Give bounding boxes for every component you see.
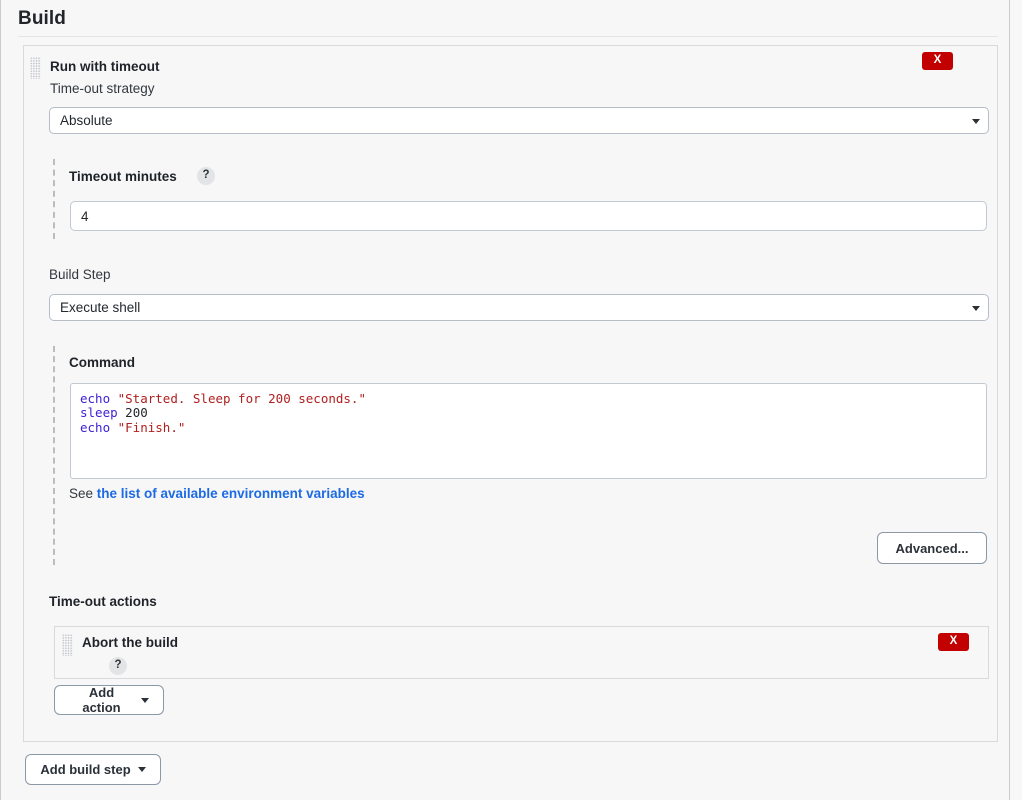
timeout-action-title: Abort the build	[82, 635, 178, 650]
caret-down-icon	[137, 767, 146, 772]
add-build-step-button-label: Add build step	[40, 762, 131, 777]
command-label: Command	[69, 355, 136, 370]
build-configuration-page: Build Run with timeout X Time-out strate…	[0, 0, 1022, 800]
timeout-strategy-select-value[interactable]: Absolute	[49, 107, 989, 134]
timeout-minutes-input[interactable]	[70, 201, 987, 231]
delete-timeout-action-button[interactable]: X	[938, 633, 969, 651]
build-step-title: Run with timeout	[50, 59, 160, 74]
timeout-minutes-help-icon[interactable]: ?	[197, 167, 215, 185]
build-step-type-select-value[interactable]: Execute shell	[49, 294, 989, 321]
advanced-button-label: Advanced...	[895, 540, 969, 556]
caret-down-icon	[141, 697, 149, 703]
timeout-action-help-icon[interactable]: ?	[109, 657, 127, 675]
command-textarea[interactable]: echo "Started. Sleep for 200 seconds." s…	[70, 383, 987, 479]
page-frame-left-edge	[0, 0, 1, 800]
build-step-type-select[interactable]: Execute shell	[49, 294, 989, 321]
page-frame-right-edge	[1009, 0, 1010, 800]
env-vars-link[interactable]: the list of available environment variab…	[97, 486, 365, 501]
add-build-step-button[interactable]: Add build step	[25, 754, 161, 785]
code-token-string-1: "Started. Sleep for 200 seconds."	[110, 391, 366, 406]
command-code-content[interactable]: echo "Started. Sleep for 200 seconds." s…	[71, 384, 986, 443]
env-vars-hint: See the list of available environment va…	[69, 486, 365, 501]
build-step-type-label: Build Step	[49, 267, 111, 282]
drag-handle-icon[interactable]	[30, 57, 41, 79]
code-token-echo-1: echo	[80, 391, 111, 406]
code-token-sleep: sleep	[80, 405, 118, 421]
add-action-button[interactable]: Add action	[54, 685, 164, 715]
add-action-button-label: Add action	[82, 685, 121, 715]
code-token-number: 200	[117, 405, 148, 421]
timeout-actions-label: Time-out actions	[49, 594, 157, 609]
delete-build-step-button[interactable]: X	[922, 52, 953, 70]
env-vars-hint-prefix: See	[69, 486, 94, 501]
code-token-string-2: "Finish."	[110, 419, 186, 435]
build-step-panel: Run with timeout X Time-out strategy Abs…	[23, 45, 998, 742]
nested-section-rail-timeout	[53, 159, 55, 239]
timeout-minutes-label: Timeout minutes	[69, 169, 177, 184]
code-token-echo-2: echo	[80, 419, 111, 435]
drag-handle-icon[interactable]	[62, 634, 73, 656]
nested-section-rail-command	[53, 346, 55, 565]
title-divider	[18, 36, 998, 37]
timeout-strategy-label: Time-out strategy	[50, 81, 155, 96]
timeout-action-panel: Abort the build ? X	[54, 626, 989, 679]
advanced-button[interactable]: Advanced...	[877, 532, 987, 564]
page-title: Build	[18, 8, 66, 29]
timeout-strategy-select[interactable]: Absolute	[49, 107, 989, 134]
